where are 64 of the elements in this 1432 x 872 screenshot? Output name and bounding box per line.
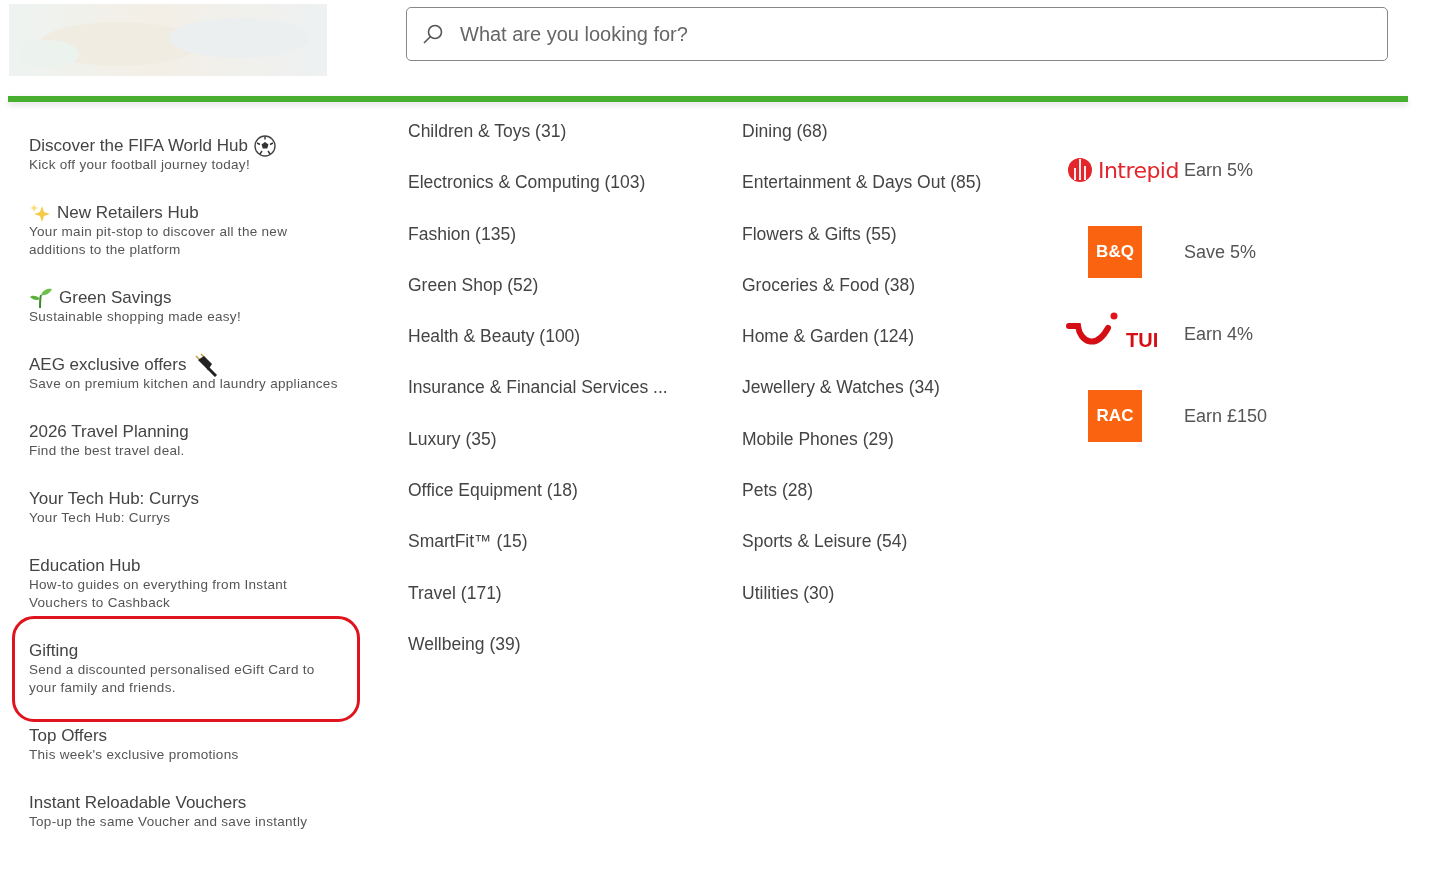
sparkle-icon [29, 203, 51, 223]
item-title: 2026 Travel Planning [29, 422, 189, 442]
category-link[interactable]: Insurance & Financial Services ... [408, 377, 742, 429]
category-link[interactable]: Sports & Leisure (54) [742, 531, 1066, 583]
brand-logo[interactable]: TUI [1066, 312, 1184, 356]
item-title: Your Tech Hub: Currys [29, 489, 200, 509]
offer-text: Earn 5% [1184, 158, 1254, 182]
category-link[interactable]: Travel (171) [408, 582, 742, 634]
category-link[interactable]: Green Shop (52) [408, 274, 742, 327]
item-title: Discover the FIFA World Hub [29, 136, 248, 156]
menu-item[interactable]: Green Savings Sustainable shopping made easy! [12, 285, 360, 329]
menu-item[interactable]: Education Hub How-to guides on everything from Instant Vouchers to Cashback [12, 553, 360, 615]
search-icon [422, 23, 444, 45]
brand-logo[interactable]: Intrepid [1066, 153, 1184, 187]
plug-icon [192, 353, 219, 377]
item-description: Save on premium kitchen and laundry appliances [29, 375, 339, 393]
item-description: Find the best travel deal. [29, 442, 186, 460]
football-icon [253, 135, 276, 157]
item-title: Top Offers [29, 726, 108, 746]
menu-item[interactable]: Discover the FIFA World Hub Kick off your football journey today! [12, 133, 360, 177]
menu-item[interactable]: AEG exclusive offers Save on premium kitchen and laundry appliances [12, 352, 360, 396]
search-field[interactable]: What are you looking for? [406, 7, 1388, 61]
item-description: Your main pit-stop to discover all the new additions to the platform [29, 223, 289, 259]
globe-icon [1066, 156, 1094, 184]
category-link[interactable]: Luxury (35) [408, 428, 742, 481]
menu-item[interactable]: Gifting Send a discounted personalised eGift Card to your family and friends. [12, 616, 360, 722]
category-link[interactable]: Wellbeing (39) [408, 633, 742, 686]
menu-item[interactable]: 2026 Travel Planning Find the best travel deal. [12, 419, 360, 463]
menu-item[interactable]: New Retailers Hub Your main pit-stop to discover all the new additions to the platform [12, 200, 360, 262]
category-link[interactable]: Groceries & Food (38) [742, 274, 1066, 327]
menu-item[interactable]: Top Offers This week's exclusive promotions [12, 723, 360, 767]
item-description: This week's exclusive promotions [29, 746, 240, 764]
category-link[interactable]: Health & Beauty (100) [408, 326, 742, 378]
category-link[interactable]: Children & Toys (31) [408, 121, 742, 173]
item-title: Education Hub [29, 556, 141, 576]
category-link[interactable]: Electronics & Computing (103) [408, 172, 742, 224]
category-link[interactable]: Entertainment & Days Out (85) [742, 172, 1066, 224]
category-link[interactable]: Dining (68) [742, 121, 1066, 173]
category-link[interactable]: Utilities (30) [742, 582, 1066, 634]
item-title: Green Savings [59, 288, 172, 308]
item-description: Kick off your football journey today! [29, 156, 251, 174]
category-link[interactable]: Fashion (135) [408, 223, 742, 275]
item-title: Instant Reloadable Vouchers [29, 793, 247, 813]
category-link[interactable]: SmartFit™ (15) [408, 531, 742, 583]
item-title: Gifting [29, 641, 79, 661]
offer-text: Earn 4% [1184, 322, 1254, 346]
category-link[interactable]: Mobile Phones (29) [742, 428, 1066, 481]
item-description: Top-up the same Voucher and save instantly [29, 813, 309, 831]
offer-text: Save 5% [1184, 240, 1257, 264]
offer-text: Earn £150 [1184, 404, 1268, 428]
category-link[interactable]: Flowers & Gifts (55) [742, 223, 1066, 275]
item-description: Sustainable shopping made easy! [29, 308, 242, 326]
sprout-icon [29, 287, 53, 309]
menu-item[interactable]: Instant Reloadable Vouchers Top-up the same Voucher and save instantly [12, 790, 360, 834]
item-description: Your Tech Hub: Currys [29, 509, 172, 527]
item-description: Send a discounted personalised eGift Card to your family and friends. [29, 661, 316, 697]
item-description: How-to guides on everything from Instant Vouchers to Cashback [29, 576, 289, 612]
menu-item[interactable]: Your Tech Hub: Currys Your Tech Hub: Currys [12, 486, 360, 530]
item-title: New Retailers Hub [57, 203, 199, 223]
category-link[interactable]: Home & Garden (124) [742, 326, 1066, 378]
category-link[interactable]: Jewellery & Watches (34) [742, 377, 1066, 429]
category-link[interactable]: Office Equipment (18) [408, 480, 742, 532]
item-title: AEG exclusive offers [29, 355, 187, 375]
category-link[interactable]: Pets (28) [742, 480, 1066, 532]
